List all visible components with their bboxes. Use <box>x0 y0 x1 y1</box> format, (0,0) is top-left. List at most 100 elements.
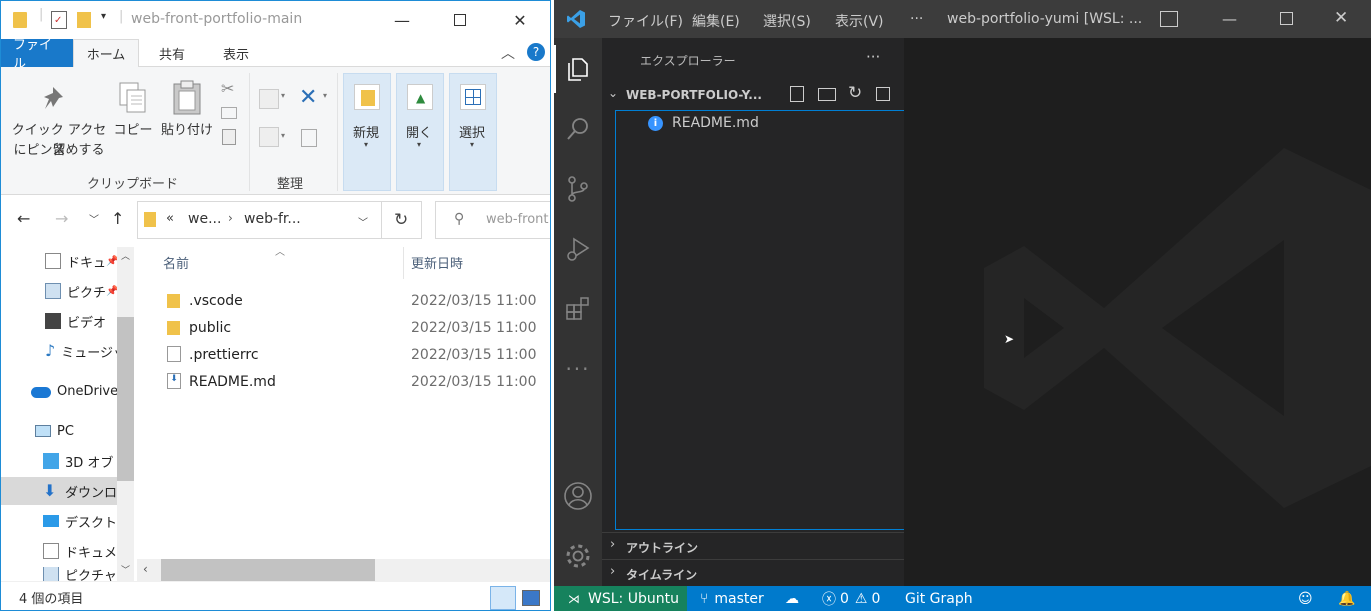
timeline-label: タイムライン <box>626 568 698 582</box>
minimize-button[interactable]: — <box>1222 10 1237 28</box>
file-row[interactable]: .prettierrc 2022/03/15 11:00 <box>137 341 550 368</box>
copy-to-icon[interactable] <box>259 127 279 147</box>
paste-icon[interactable] <box>171 79 203 115</box>
nav-scrollbar[interactable]: ︿ ﹀ <box>117 247 134 581</box>
help-icon[interactable]: ? <box>527 43 545 61</box>
timeline-section[interactable]: › タイムライン <box>602 559 904 586</box>
tab-file[interactable]: ファイル <box>1 38 73 72</box>
sidebar-more-icon[interactable]: ··· <box>866 48 880 66</box>
remote-indicator[interactable]: ⋊ WSL: Ubuntu <box>554 586 687 611</box>
maximize-button[interactable] <box>437 1 483 39</box>
git-graph-button[interactable]: Git Graph <box>905 586 973 611</box>
select-button[interactable]: 選択 ▾ <box>449 73 497 191</box>
refresh-button[interactable]: ↻ <box>382 201 422 239</box>
nav-pc[interactable]: PC <box>1 417 119 445</box>
nav-pictures[interactable]: ピクチャ <box>1 567 119 581</box>
paste-label[interactable]: 貼り付け <box>157 121 217 141</box>
quick-access-dropdown-icon[interactable]: ▾ <box>101 11 106 22</box>
new-button[interactable]: 新規 ▾ <box>343 73 391 191</box>
details-view-icon[interactable] <box>490 586 516 610</box>
nav-3d-objects[interactable]: 3D オブ <box>1 447 119 475</box>
folder-icon <box>13 12 27 28</box>
new-folder-quick-icon[interactable] <box>77 12 91 28</box>
copy-label[interactable]: コピー <box>111 121 155 141</box>
address-bar[interactable]: « we... › web-fr... ﹀ <box>137 201 382 239</box>
pin-icon[interactable] <box>41 83 71 113</box>
menu-file[interactable]: ファイル(F) <box>608 11 683 31</box>
problems-indicator[interactable]: ⓧ 0 ⚠ 0 <box>822 586 880 611</box>
up-arrow-icon[interactable]: ↑ <box>111 209 124 228</box>
delete-icon[interactable]: ✕ <box>299 85 317 110</box>
notifications-bell-icon[interactable]: 🔔 <box>1338 586 1355 611</box>
nav-downloads[interactable]: ⬇ ダウンロ <box>1 477 119 505</box>
close-button[interactable]: ✕ <box>1334 8 1348 28</box>
file-row[interactable]: ⬇ README.md 2022/03/15 11:00 <box>137 368 550 395</box>
extensions-icon[interactable] <box>554 285 602 333</box>
run-debug-icon[interactable] <box>554 225 602 273</box>
settings-gear-icon[interactable] <box>554 532 602 580</box>
back-arrow-icon[interactable]: ← <box>17 209 30 228</box>
nav-pictures-pinned[interactable]: ピクチ 📌 <box>1 277 119 305</box>
large-icons-view-icon[interactable] <box>522 590 540 606</box>
refresh-icon[interactable]: ↻ <box>848 83 862 103</box>
menu-view[interactable]: 表示(V) <box>835 11 884 31</box>
cut-icon[interactable]: ✂ <box>221 79 234 98</box>
menu-selection[interactable]: 選択(S) <box>763 11 811 31</box>
nav-documents-pinned[interactable]: ドキュ 📌 <box>1 247 119 275</box>
tab-share[interactable]: 共有 <box>147 39 197 67</box>
breadcrumb-part1[interactable]: we... <box>188 211 221 227</box>
customize-layout-icon[interactable] <box>1160 11 1178 27</box>
nav-desktop[interactable]: デスクト <box>1 507 119 535</box>
feedback-icon[interactable]: ☺ <box>1298 586 1313 611</box>
nav-music[interactable]: ♪ミュージッ <box>1 337 119 365</box>
copy-path-icon[interactable] <box>221 107 237 119</box>
search-box[interactable]: ⚲ web-front <box>435 201 550 239</box>
account-icon[interactable] <box>554 472 602 520</box>
forward-arrow-icon[interactable]: → <box>55 209 68 228</box>
nav-scroll-thumb[interactable] <box>117 317 134 481</box>
collapse-all-icon[interactable] <box>876 87 890 101</box>
minimize-button[interactable]: — <box>379 1 425 39</box>
tree-item-readme[interactable]: i README.md <box>616 113 904 135</box>
breadcrumb-part2[interactable]: web-fr... <box>244 211 301 227</box>
sync-icon[interactable]: ☁ <box>785 586 799 611</box>
chevron-up-icon[interactable]: ︿ <box>501 43 515 63</box>
new-label: 新規 <box>353 126 380 141</box>
nav-onedrive[interactable]: OneDrive <box>1 377 119 405</box>
source-control-icon[interactable] <box>554 165 602 213</box>
file-row[interactable]: .vscode 2022/03/15 11:00 <box>137 287 550 314</box>
pin-quick-access-label2[interactable]: にピン留めする <box>7 141 111 161</box>
more-views-icon[interactable]: ··· <box>554 345 602 393</box>
column-date[interactable]: 更新日時 <box>411 243 463 281</box>
explorer-files-icon[interactable] <box>554 45 602 93</box>
new-folder-icon[interactable] <box>818 88 836 101</box>
folder-section-header[interactable]: ⌄ WEB-PORTFOLIO-Y... ↻ <box>602 83 904 106</box>
maximize-button[interactable] <box>1280 12 1293 25</box>
close-button[interactable]: ✕ <box>497 1 543 39</box>
branch-indicator[interactable]: ⑂ master <box>700 586 764 611</box>
address-overflow[interactable]: « <box>166 211 174 226</box>
paste-shortcut-icon[interactable] <box>222 129 236 145</box>
tab-home[interactable]: ホーム <box>73 39 139 67</box>
rename-icon[interactable] <box>301 129 317 147</box>
menu-edit[interactable]: 編集(E) <box>692 11 740 31</box>
open-button[interactable]: ▲ 開く ▾ <box>396 73 444 191</box>
new-file-icon[interactable] <box>790 86 804 102</box>
properties-icon[interactable]: ✓ <box>51 11 67 29</box>
horizontal-scroll-thumb[interactable] <box>161 559 375 581</box>
column-name[interactable]: 名前 <box>163 243 189 281</box>
menu-more[interactable]: ··· <box>910 11 923 27</box>
address-dropdown-icon[interactable]: ﹀ <box>358 214 368 229</box>
editor-area[interactable]: ➤ <box>904 38 1371 586</box>
nav-videos[interactable]: ビデオ <box>1 307 119 335</box>
horizontal-scrollbar[interactable]: ‹ <box>137 559 550 581</box>
remote-icon: ⋊ <box>568 591 580 606</box>
outline-section[interactable]: › アウトライン <box>602 532 904 559</box>
tab-view[interactable]: 表示 <box>211 39 261 67</box>
copy-icon[interactable] <box>117 81 149 115</box>
nav-documents[interactable]: ドキュメ <box>1 537 119 565</box>
search-icon[interactable] <box>554 105 602 153</box>
file-row[interactable]: public 2022/03/15 11:00 <box>137 314 550 341</box>
move-to-icon[interactable] <box>259 89 279 109</box>
recent-chevron-icon[interactable]: ﹀ <box>89 211 99 226</box>
